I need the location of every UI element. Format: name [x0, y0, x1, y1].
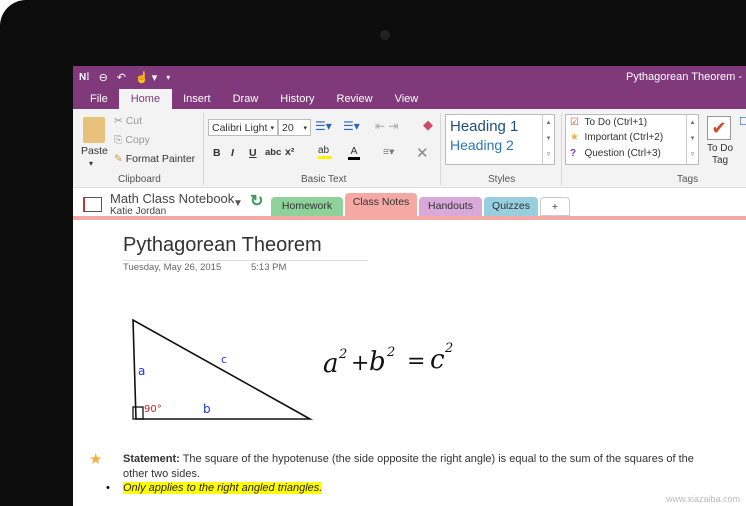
onenote-window: N⁞ ⊖ ↶ ☝ ▾ ▾ Pythagorean Theorem - File …: [73, 66, 746, 506]
touch-mode-icon[interactable]: ☝ ▾: [135, 71, 157, 84]
tab-home[interactable]: Home: [118, 89, 173, 109]
important-star-icon: ★: [89, 451, 103, 468]
angle-label: 90°: [144, 404, 162, 415]
copy-icon: ⎘: [114, 134, 126, 146]
find-tags-icon[interactable]: ☐: [739, 115, 746, 128]
styles-group-label: Styles: [488, 174, 516, 185]
divider: [561, 113, 562, 185]
bullet-icon: •: [106, 482, 110, 494]
svg-text:2: 2: [444, 341, 453, 356]
paste-dropdown-icon[interactable]: ▾: [89, 159, 93, 168]
scissors-icon: ✂: [114, 115, 126, 127]
divider: [440, 113, 441, 185]
svg-text:2: 2: [338, 347, 347, 362]
styles-gallery[interactable]: Heading 1 Heading 2 ▴ ▾ ▿: [445, 114, 555, 165]
statement-text[interactable]: Statement: The square of the hypotenuse …: [123, 452, 713, 482]
notebook-bar: Math Class Notebook Katie Jordan ▼ ↻ Hom…: [73, 188, 746, 220]
tag-todo[interactable]: ☑ To Do (Ctrl+1): [566, 115, 698, 131]
side-b-label: b: [203, 402, 211, 416]
title-bar: N⁞ ⊖ ↶ ☝ ▾ ▾ Pythagorean Theorem -: [73, 66, 746, 88]
tab-history[interactable]: History: [269, 93, 325, 109]
tags-scroll[interactable]: ▴ ▾ ▿: [686, 115, 698, 164]
undo-icon[interactable]: ↶: [117, 71, 126, 84]
tag-important[interactable]: ★ Important (Ctrl+2): [566, 131, 698, 147]
notebook-dropdown-icon[interactable]: ▼: [233, 198, 243, 209]
style-heading-2[interactable]: Heading 2: [446, 135, 554, 155]
styles-scroll[interactable]: ▴ ▾ ▿: [542, 115, 554, 164]
notebook-icon[interactable]: [83, 197, 102, 212]
checkbox-icon: ☑: [570, 117, 579, 128]
svg-text:b: b: [369, 347, 386, 377]
tab-file[interactable]: File: [79, 93, 119, 109]
side-c-label: c: [221, 353, 227, 366]
delete-icon[interactable]: ✕: [416, 144, 429, 162]
align-icon[interactable]: ≡▾: [383, 146, 394, 158]
tab-insert[interactable]: Insert: [172, 93, 222, 109]
clear-format-icon[interactable]: ◆: [423, 117, 433, 133]
svg-text:=: =: [407, 349, 425, 374]
tab-view[interactable]: View: [384, 93, 430, 109]
copy-button[interactable]: ⎘ Copy: [114, 134, 150, 147]
onenote-logo-icon: N⁞: [79, 71, 90, 83]
tag-question[interactable]: ? Question (Ctrl+3): [566, 147, 698, 163]
underline-button[interactable]: U: [249, 147, 257, 159]
bold-button[interactable]: B: [213, 147, 221, 159]
side-a-label: a: [138, 364, 145, 378]
star-icon: ★: [570, 132, 579, 143]
indent-icons[interactable]: ⇤ ⇥: [375, 119, 398, 133]
page-canvas[interactable]: Pythagorean Theorem Tuesday, May 26, 201…: [73, 220, 746, 506]
italic-button[interactable]: I: [231, 147, 234, 159]
paste-button[interactable]: Paste: [81, 145, 108, 157]
ribbon-tabs: File Home Insert Draw History Review Vie…: [73, 88, 746, 109]
watermark: www.xiazaiba.com: [665, 494, 740, 504]
highlight-icon[interactable]: ab: [318, 145, 332, 159]
sync-icon[interactable]: ↻: [250, 191, 263, 211]
camera-icon: [380, 30, 390, 40]
superscript-button[interactable]: x²: [285, 146, 294, 158]
divider: [203, 113, 204, 185]
todo-tag-icon[interactable]: ✔: [707, 116, 731, 140]
clipboard-group-label: Clipboard: [118, 174, 161, 185]
ribbon: Paste ▾ ✂ Cut ⎘ Copy ✎ Format Painter Cl…: [73, 109, 746, 188]
bullet-highlighted-text[interactable]: Only applies to the right angled triangl…: [123, 482, 323, 494]
font-color-icon[interactable]: A: [348, 145, 360, 160]
paste-icon[interactable]: [83, 117, 105, 143]
question-icon: ?: [570, 148, 577, 159]
right-angle-mark: [132, 406, 144, 420]
back-icon[interactable]: ⊖: [99, 71, 108, 84]
svg-text:2: 2: [386, 345, 395, 360]
tags-gallery[interactable]: ☑ To Do (Ctrl+1) ★ Important (Ctrl+2) ? …: [565, 114, 699, 165]
todo-tag-button[interactable]: To Do Tag: [703, 143, 737, 167]
notebook-owner: Katie Jordan: [110, 206, 167, 217]
bullets-icon[interactable]: ☰▾: [315, 119, 332, 133]
ink-drawing: a c b 90° a2 + b2 = c2: [132, 318, 453, 420]
add-section-tab[interactable]: +: [540, 197, 570, 216]
svg-text:c: c: [430, 345, 445, 375]
section-tab-quizzes[interactable]: Quizzes: [484, 197, 538, 216]
font-name-select[interactable]: Calibri Light ▾: [208, 119, 278, 136]
window-title: Pythagorean Theorem -: [626, 71, 742, 83]
format-painter-button[interactable]: ✎ Format Painter: [114, 153, 195, 165]
basic-text-group-label: Basic Text: [301, 174, 347, 185]
style-heading-1[interactable]: Heading 1: [446, 115, 554, 135]
svg-text:+: +: [351, 351, 369, 376]
section-tab-homework[interactable]: Homework: [271, 197, 343, 216]
cut-button[interactable]: ✂ Cut: [114, 115, 142, 127]
section-tab-handouts[interactable]: Handouts: [419, 197, 482, 216]
customize-qat-icon[interactable]: ▾: [166, 73, 170, 82]
tags-group-label: Tags: [677, 174, 699, 185]
tab-draw[interactable]: Draw: [222, 93, 270, 109]
section-tab-class-notes[interactable]: Class Notes: [345, 193, 417, 216]
tab-review[interactable]: Review: [326, 93, 384, 109]
numbering-icon[interactable]: ☰▾: [343, 119, 360, 133]
font-size-select[interactable]: 20 ▾: [278, 119, 311, 136]
svg-text:a: a: [323, 349, 339, 379]
strikethrough-button[interactable]: abc: [265, 147, 281, 158]
brush-icon: ✎: [114, 153, 126, 165]
equation-ink: a2 + b2 = c2: [323, 341, 453, 379]
notebook-name[interactable]: Math Class Notebook: [110, 191, 234, 206]
